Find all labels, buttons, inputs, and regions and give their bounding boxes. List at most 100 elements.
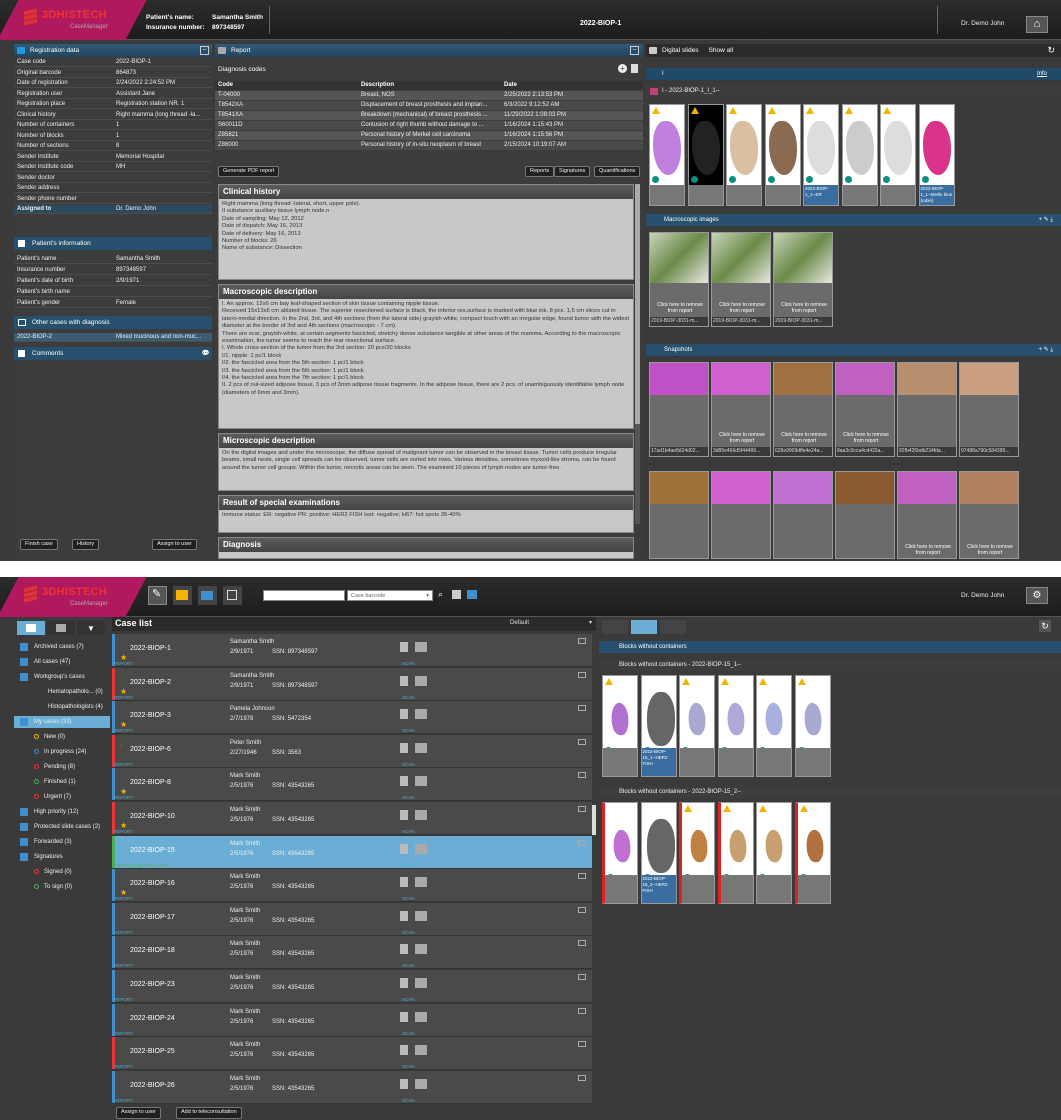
nav-item[interactable]: Urgent (7) [14, 791, 110, 803]
tag-icon[interactable] [578, 1007, 586, 1014]
report-doc-icon[interactable] [400, 978, 408, 988]
report-doc-icon[interactable] [400, 1011, 408, 1022]
case-row[interactable]: 2022-BIOP-15 Mark Smith 2/5/1976 SSN: 43543… [112, 835, 592, 869]
tag-icon[interactable] [578, 806, 586, 812]
block-slide-thumbnail[interactable] [717, 675, 754, 777]
tag-icon[interactable] [578, 772, 586, 779]
snapshot-image[interactable]: 97488a790c584399... [959, 362, 1019, 457]
report-doc-icon[interactable] [400, 742, 408, 753]
report-doc-icon[interactable] [400, 776, 408, 787]
tag-icon[interactable] [578, 1041, 586, 1048]
report-doc-icon[interactable] [400, 642, 408, 652]
block-slide-thumbnail[interactable] [756, 675, 792, 777]
snapshot-image[interactable]: Click here to remove from report [897, 471, 957, 559]
remove-from-report-link[interactable]: Click here to remove from report [964, 544, 1016, 556]
block-slide-thumbnail[interactable] [717, 802, 754, 904]
remove-from-report-link[interactable]: Click here to remove from report [778, 302, 830, 314]
nav-item[interactable]: Hematopatholo... (0) [14, 686, 110, 698]
finish-case-button[interactable]: Finish case [20, 539, 58, 550]
slide-thumbnail[interactable] [880, 104, 916, 206]
snapshot-image[interactable]: Click here to remove from report [959, 471, 1019, 559]
nav-item[interactable]: Workgroup's cases [14, 671, 110, 683]
refresh-icon[interactable]: ↻ [1039, 620, 1051, 632]
refresh-icon[interactable]: ↻ [1047, 44, 1055, 57]
slide-thumbnail[interactable] [726, 104, 762, 206]
block-slide-thumbnail[interactable] [602, 802, 638, 904]
slide-icon[interactable] [415, 944, 427, 955]
signatures-button[interactable]: Signatures [554, 166, 591, 177]
macroscopic-image[interactable]: Click here to remove from report 2019-BIO… [711, 232, 771, 327]
show-all-toggle[interactable]: Show all [709, 47, 734, 54]
report-doc-icon[interactable] [400, 1078, 408, 1089]
delete-code-button[interactable] [631, 64, 638, 73]
case-row[interactable]: ! 2022-BIOP-6 Peter Smith 2/27/1946 SSN: 356… [112, 734, 592, 768]
filter-select[interactable]: Default [510, 620, 529, 626]
remove-from-report-link[interactable]: Click here to remove from report [840, 432, 892, 444]
case-row[interactable]: 2022-BIOP-17 Mark Smith 2/5/1976 SSN: 43543… [112, 902, 592, 936]
tag-icon[interactable] [578, 738, 586, 745]
nav-item[interactable]: All cases (47) [14, 656, 110, 668]
quantifications-button[interactable]: Quantifications [594, 166, 641, 177]
user-name[interactable]: Dr. Demo John [961, 592, 1004, 599]
case-row[interactable]: ★ 2022-BIOP-16 Mark Smith 2/5/1976 SSN: 4354… [112, 869, 592, 903]
remove-from-report-link[interactable]: Click here to remove from report [902, 544, 954, 556]
macroscopic-box[interactable]: Macroscopic description I. An approx. 12x… [218, 284, 634, 429]
generate-pdf-button[interactable]: Generate PDF report [218, 166, 280, 177]
report-doc-icon[interactable] [400, 1045, 408, 1056]
remove-from-report-link[interactable]: Click here to remove from report [716, 432, 768, 444]
filter-tab[interactable]: ▼ [77, 621, 105, 635]
scrollbar-thumb[interactable] [592, 805, 596, 835]
edit-tool-button[interactable]: ✎ [148, 586, 167, 605]
slide-thumbnail[interactable]: 2022-BIOP-1_1--Berlin blue (rubin) [918, 104, 955, 206]
tag-icon[interactable] [578, 839, 586, 846]
block-slide-thumbnail[interactable] [679, 802, 715, 904]
block-group-1[interactable]: Blocks without containers - 2022-BIOP-15… [599, 660, 1061, 671]
case-row[interactable]: 2022-BIOP-26 Mark Smith 2/5/1976 SSN: 43543… [112, 1070, 592, 1104]
slide-thumbnail[interactable] [687, 104, 724, 206]
snapshot-image[interactable] [649, 471, 709, 559]
slide-thumbnail[interactable] [649, 104, 685, 206]
remove-from-report-link[interactable]: Click here to remove from report [654, 302, 706, 314]
nav-item[interactable]: New (0) [14, 731, 110, 743]
clinical-history-box[interactable]: Clinical history Right mamma (long thread… [218, 184, 634, 280]
report-doc-icon[interactable] [400, 910, 408, 921]
snapshot-image[interactable]: Click here to remove from report 3d85e466… [711, 362, 771, 457]
nav-item[interactable]: Signatures [14, 851, 110, 863]
id-card-button[interactable] [198, 586, 217, 605]
block-slide-thumbnail[interactable]: 2022-BIOP-15_1--HER2 FISH [640, 675, 677, 777]
other-case-row[interactable]: 2022-BIOP-2 Mixed mucinous and non-muc... [14, 333, 212, 342]
user-name[interactable]: Dr. Demo John [961, 20, 1004, 27]
nav-item[interactable]: Archived cases (7) [14, 641, 110, 653]
remove-from-report-link[interactable]: Click here to remove from report [778, 432, 830, 444]
speech-bubble-icon[interactable]: 💬 [202, 347, 210, 360]
block-slide-thumbnail[interactable] [794, 675, 831, 777]
tag-icon[interactable] [578, 940, 586, 947]
patient-search-icon[interactable] [467, 590, 477, 599]
tag-icon[interactable] [578, 671, 586, 678]
slide-icon[interactable] [415, 642, 427, 652]
collapse-button[interactable]: – [200, 46, 209, 55]
search-input[interactable] [263, 590, 345, 601]
tag-icon[interactable] [578, 705, 586, 712]
barcode-scan-icon[interactable] [452, 590, 461, 599]
slide-icon[interactable] [415, 1011, 427, 1022]
snapshot-image[interactable] [711, 471, 771, 559]
nav-item[interactable]: Finished (1) [14, 776, 110, 788]
slide-icon[interactable] [415, 910, 427, 921]
table-row[interactable]: T8541XA Breakdown (mechanical) of breast … [215, 111, 643, 120]
consultation-button[interactable] [173, 586, 192, 605]
slides-view-tab[interactable] [602, 620, 628, 634]
case-row[interactable]: ★ 2022-BIOP-2 Samantha Smith 2/9/1971 SSN: 8… [112, 667, 592, 701]
slide-icon[interactable] [415, 1078, 427, 1089]
slide-icon[interactable] [415, 1045, 427, 1056]
nav-item[interactable]: Protected slide cases (2) [14, 821, 110, 833]
microscopic-box[interactable]: Microscopic description On the digital im… [218, 433, 634, 491]
nav-item[interactable]: In progress (24) [14, 746, 110, 758]
nav-item[interactable]: Signed (0) [14, 866, 110, 878]
tag-icon[interactable] [578, 638, 586, 644]
archive-tab[interactable] [47, 621, 75, 635]
snapshot-image[interactable]: 92fb426bdb234fda... [897, 362, 957, 457]
report-doc-icon[interactable] [400, 675, 408, 686]
table-row[interactable]: S60011D Contusion of right thumb without … [215, 121, 643, 130]
case-row[interactable]: ★ 2022-BIOP-8 Mark Smith 2/5/1976 SSN: 43543… [112, 768, 592, 802]
